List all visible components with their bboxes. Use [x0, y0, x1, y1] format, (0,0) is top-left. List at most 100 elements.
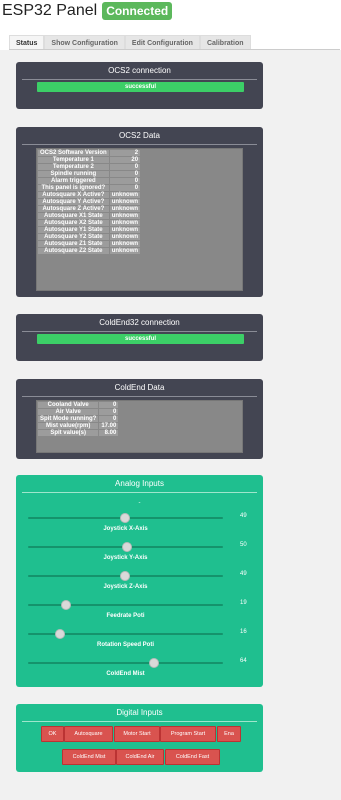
row-label: Mist value(rpm)	[38, 423, 99, 429]
panel-divider	[22, 721, 257, 722]
row-label: Spindle running	[38, 171, 109, 177]
panel-title: ColdEnd32 connection	[99, 318, 180, 327]
row-value: 8.00	[99, 430, 119, 436]
table-row: Cooland Valve 0	[38, 402, 119, 408]
analog-slider[interactable]: 49	[28, 571, 253, 581]
row-label: Autosquare Z2 State	[38, 248, 109, 254]
table-row: Temperature 20	[38, 164, 141, 170]
digital-input-button-coldend-mist[interactable]: ColdEnd Mist	[62, 749, 116, 765]
table-row: Temperature 1 20	[38, 157, 141, 163]
digital-input-button-autosquare[interactable]: Autosquare	[64, 726, 113, 742]
row-label: Temperature 2	[38, 164, 109, 170]
analog-inputs-subtitle: -	[138, 500, 141, 506]
header: ESP32 Panel Connected	[0, 0, 173, 22]
row-label: Autosquare X1 State	[38, 213, 109, 219]
row-value: unknown	[109, 192, 141, 198]
app-title: ESP32 Panel	[2, 2, 98, 19]
slider-label: Joystick Z-Axis	[103, 584, 148, 590]
row-value: 20	[109, 157, 141, 163]
panel-divider	[22, 144, 257, 145]
ocs2-connection-panel: OCS2 connection successful	[16, 62, 263, 109]
table-row: Autosquare X Active? unknown	[38, 192, 141, 198]
slider-thumb[interactable]	[119, 513, 130, 523]
coldend-connection-panel: ColdEnd32 connection successful	[16, 314, 263, 361]
digital-input-button-program-start[interactable]: Program Start	[160, 726, 216, 742]
row-value: unknown	[109, 213, 141, 219]
row-value: unknown	[109, 234, 141, 240]
row-value: 0	[99, 402, 119, 408]
analog-slider[interactable]: 64	[28, 658, 253, 668]
table-row: Autosquare Z2 State unknown	[38, 248, 141, 254]
slider-track[interactable]	[28, 662, 223, 664]
row-label: Spit Mode running?	[38, 416, 99, 422]
table-row: Autosquare Y Active? unknown	[38, 199, 141, 205]
panel-title: Digital Inputs	[116, 708, 163, 717]
analog-slider[interactable]: 16	[28, 629, 253, 639]
digital-input-button-ena[interactable]: Ena	[217, 726, 241, 742]
row-label: This panel is ignored?	[38, 185, 109, 191]
row-label: Autosquare X2 State	[38, 220, 109, 226]
panel-title: OCS2 Data	[119, 131, 160, 140]
table-row: Spit value(s) 8.00	[38, 430, 119, 436]
table-row: Spit Mode running? 0	[38, 416, 119, 422]
row-label: Temperature 1	[38, 157, 109, 163]
digital-input-button-motor-start[interactable]: Motor Start	[114, 726, 160, 742]
slider-thumb[interactable]	[55, 629, 66, 639]
row-label: Spit value(s)	[38, 430, 99, 436]
row-value: unknown	[109, 199, 141, 205]
row-label: Autosquare Z1 State	[38, 241, 109, 247]
panel-divider	[22, 331, 257, 332]
ocs2-connection-status: successful	[37, 82, 244, 92]
coldend-data-panel: ColdEnd Data Cooland Valve 0 Air Valve 0 Spi…	[16, 379, 263, 459]
row-value: 2	[109, 150, 141, 156]
row-value: unknown	[109, 227, 141, 233]
row-label: Autosquare Y Active?	[38, 199, 109, 205]
digital-input-button-ok[interactable]: OK	[41, 726, 64, 742]
digital-input-button-coldend-air[interactable]: ColdEnd Air	[116, 749, 164, 765]
row-label: Autosquare X Active?	[38, 192, 109, 198]
panel-title: Analog Inputs	[115, 479, 164, 488]
slider-thumb[interactable]	[119, 571, 130, 581]
slider-label: Joystick X-Axis	[103, 526, 148, 532]
ocs2-data-box: OCS2 Software Version 2 Temperature 1 20 Tem…	[36, 148, 243, 291]
digital-input-button-coldend-fast[interactable]: ColdEnd Fast	[165, 749, 220, 765]
row-value: 0	[109, 171, 141, 177]
row-value: 0	[109, 185, 141, 191]
row-value: unknown	[109, 206, 141, 212]
slider-label: Feedrate Poti	[106, 613, 145, 619]
table-row: Alarm triggered 0	[38, 178, 141, 184]
connection-badge: Connected	[102, 2, 173, 20]
slider-value: 49	[240, 513, 247, 519]
table-row: Autosquare Y1 State unknown	[38, 227, 141, 233]
row-value: 0	[109, 178, 141, 184]
table-row: Air Valve 0	[38, 409, 119, 415]
analog-slider[interactable]: 50	[28, 542, 253, 552]
slider-thumb[interactable]	[61, 600, 72, 610]
panel-divider	[22, 396, 257, 397]
row-value: 0	[109, 164, 141, 170]
slider-value: 19	[240, 600, 247, 606]
row-label: Air Valve	[38, 409, 99, 415]
slider-thumb[interactable]	[148, 658, 159, 668]
analog-slider[interactable]: 19	[28, 600, 253, 610]
row-label: Autosquare Y2 State	[38, 234, 109, 240]
panel-divider	[22, 79, 257, 80]
table-row: Autosquare Z Active? unknown	[38, 206, 141, 212]
row-label: OCS2 Software Version	[38, 150, 109, 156]
slider-thumb[interactable]	[121, 542, 132, 552]
row-label: Autosquare Z Active?	[38, 206, 109, 212]
row-value: unknown	[109, 248, 141, 254]
analog-inputs-panel: Analog Inputs - 49 Joystick X-Axis 50 Joyst…	[16, 475, 263, 687]
panel-title: ColdEnd Data	[114, 383, 165, 392]
slider-value: 50	[240, 542, 247, 548]
row-value: 17.00	[99, 423, 119, 429]
table-row: Spindle running 0	[38, 171, 141, 177]
table-row: Autosquare Y2 State unknown	[38, 234, 141, 240]
coldend-connection-status: successful	[37, 334, 244, 344]
slider-label: Joystick Y-Axis	[103, 555, 148, 561]
row-value: 0	[99, 409, 119, 415]
analog-slider[interactable]: 49	[28, 513, 253, 523]
slider-label: Rotation Speed Poti	[97, 642, 154, 648]
slider-track[interactable]	[28, 604, 223, 606]
coldend-data-table: Cooland Valve 0 Air Valve 0 Spit Mode runnin…	[37, 401, 120, 437]
